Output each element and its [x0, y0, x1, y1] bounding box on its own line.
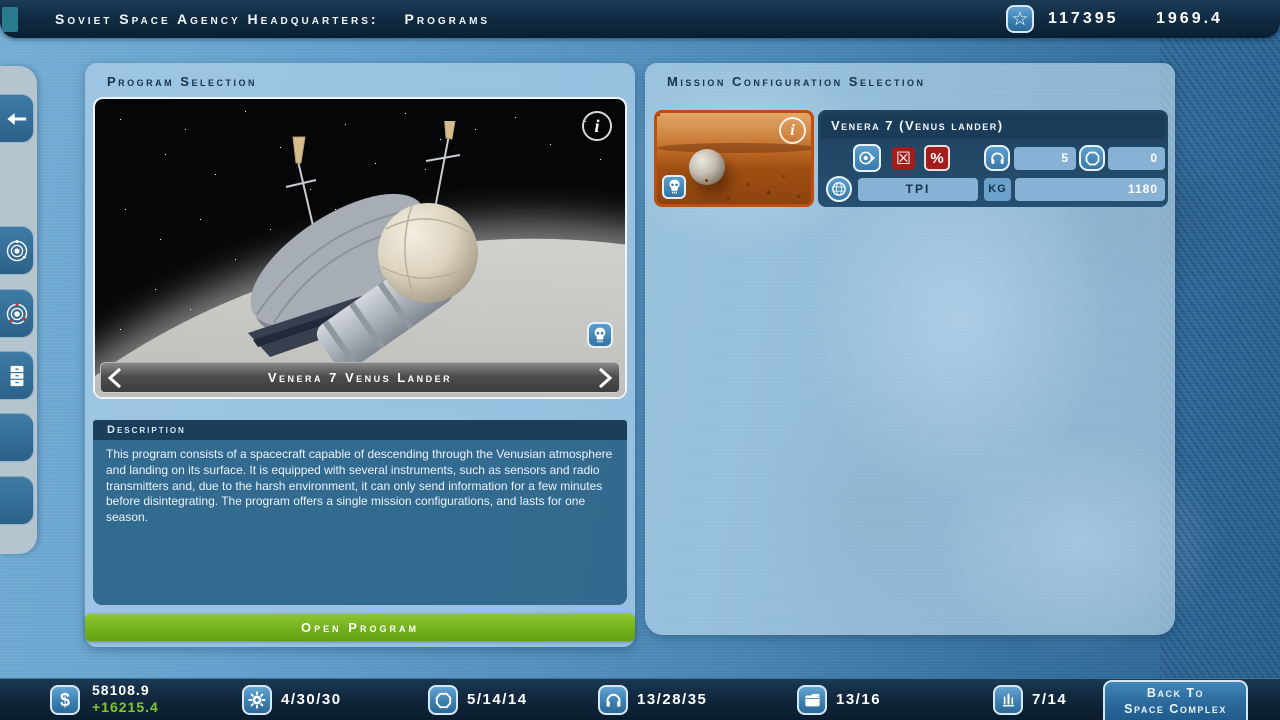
orbit-icon — [4, 238, 30, 264]
hardware-chip — [242, 685, 272, 715]
controllers-value: 5 — [1014, 147, 1076, 170]
gear-icon — [247, 690, 267, 710]
mission-detail-body: Venera 7 (Venus lander) ☒ % — [818, 110, 1168, 207]
description-header: Description — [93, 420, 627, 440]
rockets-icon — [999, 691, 1018, 710]
programs-bar-chip — [797, 685, 827, 715]
back-to-space-complex-button[interactable]: Back To Space Complex — [1103, 680, 1248, 720]
carousel-program-name: Venera 7 Venus Lander — [101, 363, 619, 393]
starfield — [95, 99, 96, 100]
skull-icon — [592, 327, 608, 344]
game-date: 1969.4 — [1156, 0, 1223, 38]
headphones-icon — [604, 691, 623, 709]
flyby-type-icon — [853, 144, 881, 172]
mission-thumbnail: i — [654, 110, 814, 207]
location-title: Soviet Space Agency Headquarters: — [55, 11, 379, 27]
controllers-bar-chip — [598, 685, 628, 715]
folder-icon — [803, 691, 822, 710]
info-icon: i — [594, 116, 599, 137]
capsules-value: 0 — [1108, 147, 1165, 170]
controllers-chip — [984, 145, 1010, 171]
hardware-count: 4/30/30 — [281, 679, 342, 720]
mission-title: Venera 7 (Venus lander) — [821, 113, 1165, 139]
programs-count: 13/16 — [836, 679, 881, 720]
program-selection-header: Program Selection — [107, 74, 257, 89]
info-icon: i — [790, 122, 794, 140]
program-image: i Venera 7 Venus Lander — [93, 97, 627, 399]
mission-config-panel: Mission Configuration Selection i Venera… — [645, 63, 1175, 635]
program-info-button[interactable]: i — [582, 111, 612, 141]
sidebar-item-blank-2[interactable] — [0, 476, 34, 525]
venus-lander-sphere — [689, 149, 725, 185]
back-button-line1: Back To — [1105, 686, 1246, 702]
open-program-button[interactable]: Open Program — [85, 614, 635, 641]
top-bar: Soviet Space Agency Headquarters: Program… — [0, 0, 1280, 38]
program-risk-indicator — [587, 322, 613, 348]
dollar-icon: $ — [60, 690, 70, 711]
description-text: This program consists of a spacecraft ca… — [93, 440, 627, 605]
mass-unit-label: KG — [984, 178, 1011, 201]
rockets-count: 7/14 — [1032, 679, 1067, 720]
mission-config-card[interactable]: i Venera 7 (Venus lander) — [654, 110, 1168, 207]
mission-config-header: Mission Configuration Selection — [667, 74, 925, 89]
funds-chip: $ — [50, 685, 80, 715]
no-crew-indicator: ☒ — [892, 147, 915, 170]
program-selection-panel: Program Selection — [85, 63, 635, 647]
sidebar-back-button[interactable] — [0, 94, 34, 143]
box-x-icon: ☒ — [896, 149, 911, 169]
controllers-count: 13/28/35 — [637, 679, 707, 720]
spacecraft-render — [190, 121, 550, 399]
section-title: Programs — [405, 11, 491, 27]
planet-flyby-icon — [857, 148, 877, 168]
sidebar-item-archive[interactable] — [0, 351, 34, 400]
skull-icon — [667, 179, 682, 195]
rockets-bar-chip — [993, 685, 1023, 715]
capsules-count: 5/14/14 — [467, 679, 528, 720]
funds-delta: +16215.4 — [92, 699, 159, 715]
bottom-status-bar: $ 58108.9 +16215.4 4/30/30 — [0, 678, 1280, 720]
funds-value: 58108.9 — [92, 682, 150, 698]
sidebar-item-solar-system[interactable] — [0, 226, 34, 275]
capsule-icon — [434, 691, 453, 710]
risk-percent-indicator: % — [924, 145, 950, 171]
prestige-value: 117395 — [1048, 0, 1119, 38]
page-title: Soviet Space Agency Headquarters: Program… — [55, 0, 490, 38]
sidebar-item-blank-1[interactable] — [0, 413, 34, 462]
mass-value: 1180 — [1015, 178, 1165, 201]
mission-info-button[interactable]: i — [779, 117, 806, 144]
globe-icon — [830, 180, 848, 198]
trajectory-chip — [826, 176, 852, 202]
right-edge-texture — [1160, 0, 1280, 720]
headphones-icon — [989, 150, 1006, 166]
capsules-chip — [1079, 145, 1105, 171]
capsules-bar-chip — [428, 685, 458, 715]
star-icon: ☆ — [1011, 8, 1028, 31]
orbit-red-dots-icon — [4, 301, 30, 327]
mission-risk-indicator — [662, 175, 686, 199]
venus-horizon — [657, 143, 814, 153]
percent-icon: % — [930, 150, 943, 167]
trajectory-value: TPI — [858, 178, 978, 201]
capsule-icon — [1084, 150, 1101, 167]
drawers-icon — [6, 364, 28, 388]
sidebar-item-missions[interactable] — [0, 289, 34, 338]
top-bar-notch — [2, 7, 18, 32]
program-carousel: Venera 7 Venus Lander — [100, 362, 620, 393]
prestige-star-icon: ☆ — [1006, 5, 1034, 33]
venus-rocks — [657, 113, 660, 116]
arrow-left-icon — [6, 108, 28, 130]
carousel-next-button[interactable] — [591, 364, 619, 392]
chevron-right-icon — [595, 366, 615, 390]
back-button-line2: Space Complex — [1105, 702, 1246, 718]
